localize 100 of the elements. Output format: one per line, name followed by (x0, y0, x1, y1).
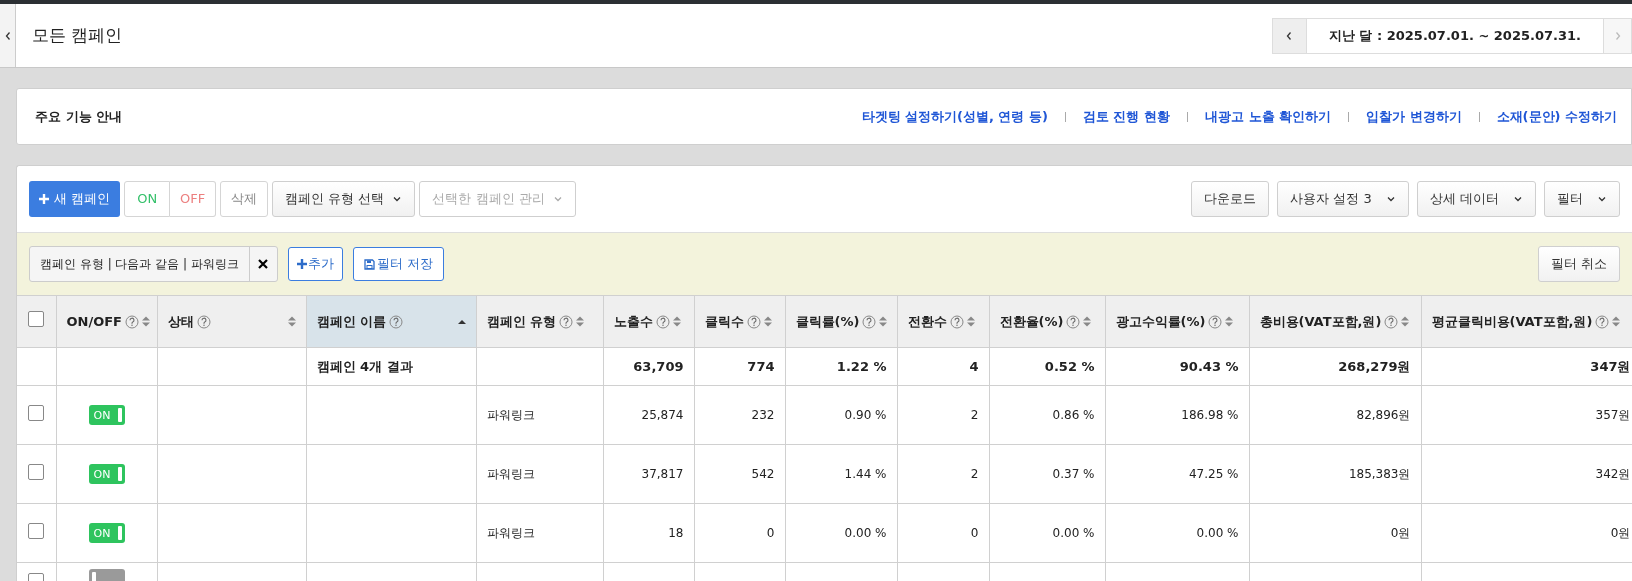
column-label: 클릭수 (704, 312, 744, 331)
sort-icon[interactable] (672, 316, 681, 327)
table-cell: 0.90 % (844, 408, 887, 422)
sort-icon[interactable] (1225, 316, 1234, 327)
dropdown[interactable]: 필터 (1544, 181, 1620, 217)
sort-icon[interactable] (287, 316, 296, 327)
sort-icon[interactable] (763, 316, 772, 327)
column-header[interactable]: 평균클릭비용(VAT포함,원) (1421, 295, 1632, 348)
row-checkbox[interactable] (28, 311, 45, 327)
table-cell: 0.37 % (1052, 467, 1095, 481)
cancel-filter-button[interactable]: 필터 취소 (1537, 246, 1620, 282)
sort-icon[interactable] (142, 316, 150, 327)
help-icon (1066, 314, 1081, 329)
column-label: ON/OFF (66, 312, 122, 331)
guide-link[interactable]: 내광고 노출 확인하기 (1205, 106, 1332, 127)
column-header[interactable]: 전환수 (897, 295, 989, 348)
column-label: 총비용(VAT포함,원) (1259, 312, 1382, 331)
table-cell: 232 (751, 408, 775, 422)
summary-value: 0.52 % (1044, 358, 1095, 374)
download-button[interactable]: 다운로드 (1191, 181, 1270, 217)
table-cell: 0 (766, 526, 775, 540)
table-cell: 2 (970, 467, 979, 481)
column-label: 전환율(%) (999, 312, 1064, 331)
dropdown[interactable]: 상세 데이터 (1416, 181, 1536, 217)
table-cell: 1.44 % (844, 467, 887, 481)
guide-link[interactable]: 검토 진행 현황 (1082, 106, 1170, 127)
chevron-down-icon (1385, 194, 1396, 204)
column-header[interactable]: 상태 (157, 295, 306, 348)
save-filter-button[interactable]: 필터 저장 (353, 247, 445, 281)
table-cell: 0.86 % (1052, 408, 1095, 422)
chevron-down-icon (392, 194, 403, 204)
table-cell: 37,817 (641, 467, 684, 481)
table-cell: 0 (970, 526, 979, 540)
summary-value: 268,279원 (1338, 358, 1411, 374)
column-header[interactable]: ON/OFF (56, 295, 157, 348)
table-cell: 파워링크 (486, 408, 535, 422)
column-header[interactable]: 클릭수 (694, 295, 785, 348)
chevron-down-icon (1513, 194, 1523, 204)
guide-link[interactable]: 입찰가 변경하기 (1366, 106, 1462, 127)
column-header[interactable]: 총비용(VAT포함,원) (1249, 295, 1421, 348)
row-checkbox[interactable] (28, 463, 45, 480)
column-header[interactable]: 클릭률(%) (785, 295, 897, 348)
column-header[interactable]: 전환율(%) (989, 295, 1105, 348)
row-checkbox[interactable] (28, 404, 45, 421)
table-cell: 82,896원 (1356, 408, 1411, 422)
column-header[interactable]: 캠페인 유형 (476, 295, 603, 348)
table-cell: 25,874 (641, 408, 684, 422)
column-header[interactable]: 노출수 (603, 295, 694, 348)
sort-icon[interactable] (879, 316, 888, 327)
filter-chip-label: 캠페인 유형 | 다음과 같음 | 파워링크 (39, 256, 240, 273)
table-cell: 542 (751, 467, 775, 481)
page-title: 모든 캠페인 (32, 23, 123, 47)
add-filter-button[interactable]: 추가 (288, 247, 343, 281)
close-icon (258, 259, 269, 269)
table-cell: 0원 (1390, 526, 1411, 540)
help-icon (746, 314, 761, 329)
table-cell: 파워링크 (486, 526, 535, 540)
column-label: 광고수익률(%) (1115, 312, 1206, 331)
delete-button[interactable]: 삭제 (220, 181, 269, 217)
guide-title: 주요 기능 안내 (35, 107, 123, 126)
help-icon (125, 314, 139, 329)
sort-icon[interactable] (1083, 316, 1092, 327)
column-header[interactable]: 캠페인 이름 (306, 295, 476, 348)
plus-icon (297, 259, 307, 269)
filter-chip[interactable]: 캠페인 유형 | 다음과 같음 | 파워링크 (29, 246, 278, 282)
new-campaign-button[interactable]: 새 캠페인 (29, 181, 121, 217)
summary-value: 347원 (1590, 358, 1631, 374)
dropdown[interactable]: 캠페인 유형 선택 (272, 181, 416, 217)
sort-icon[interactable] (1401, 316, 1410, 327)
column-label: 캠페인 유형 (486, 312, 557, 331)
column-label: 평균클릭비용(VAT포함,원) (1431, 312, 1593, 331)
plus-icon (39, 194, 49, 204)
guide-link[interactable]: 소재(문안) 수정하기 (1496, 106, 1617, 127)
sort-icon[interactable] (966, 316, 975, 327)
table-cell: 342원 (1595, 467, 1631, 481)
help-icon (559, 314, 574, 329)
chevron-down-icon (552, 194, 563, 204)
guide-link[interactable]: 타겟팅 설정하기(성별, 연령 등) (861, 106, 1048, 127)
table-cell: 357원 (1595, 408, 1631, 422)
column-label: 상태 (167, 312, 194, 331)
table-cell: 18 (668, 526, 684, 540)
summary-value: 63,709 (633, 358, 684, 374)
sort-icon[interactable] (1612, 316, 1621, 327)
help-icon (1595, 314, 1610, 329)
sort-ascending-icon[interactable] (457, 318, 466, 325)
table-cell: 0.00 % (844, 526, 887, 540)
column-header[interactable]: 광고수익률(%) (1105, 295, 1249, 348)
summary-value: 90.43 % (1179, 358, 1239, 374)
table-cell: 186.98 % (1181, 408, 1239, 422)
row-checkbox[interactable] (28, 522, 45, 539)
table-cell: 2 (970, 408, 979, 422)
summary-value: 4 (969, 358, 979, 374)
help-icon (1208, 314, 1223, 329)
sort-icon[interactable] (576, 316, 585, 327)
summary-value: 774 (747, 358, 775, 374)
table-cell: 0.00 % (1052, 526, 1095, 540)
table-cell: 파워링크 (486, 467, 535, 481)
dropdown[interactable]: 사용자 설정 3 (1277, 181, 1409, 217)
table-cell: 185,383원 (1348, 467, 1411, 481)
help-icon (196, 314, 211, 329)
